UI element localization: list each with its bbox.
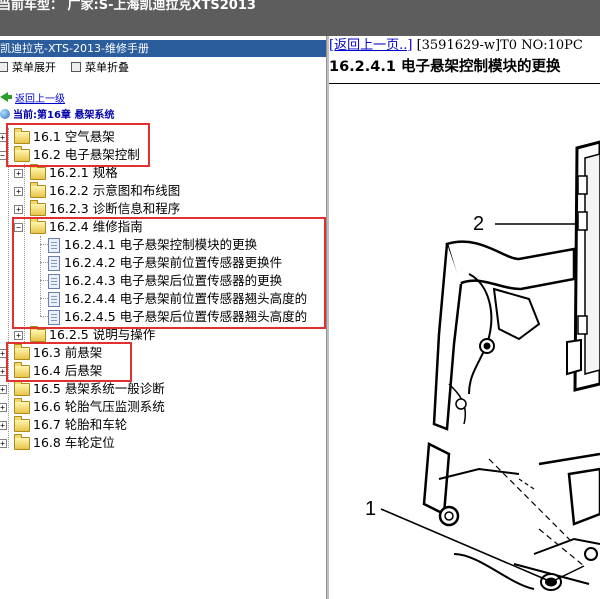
tree-node-n17[interactable]: +16.7 轮胎和车轮 [0, 416, 326, 434]
folder-icon [30, 326, 46, 342]
expand-toggle-icon[interactable]: + [14, 169, 23, 178]
tree-node-label[interactable]: 16.7 轮胎和车轮 [33, 416, 127, 434]
tree-pane: 凯迪拉克-XTS-2013-维修手册 菜单展开 菜单折叠 返回上一级 当前:第1… [0, 36, 326, 599]
tree-node-label[interactable]: 16.8 车轮定位 [33, 434, 115, 452]
manual-title-bar: 凯迪拉克-XTS-2013-维修手册 [0, 40, 326, 57]
tree-node-label[interactable]: 16.6 轮胎气压监测系统 [33, 398, 165, 416]
collapse-menu-button[interactable]: 菜单折叠 [71, 58, 129, 78]
folder-icon [14, 434, 30, 450]
top-bar: 当前车型： 广家:S-上海凯迪拉克XTS2013 [0, 0, 600, 36]
expand-toggle-icon[interactable]: + [14, 205, 23, 214]
expand-toggle-icon[interactable]: + [0, 385, 7, 394]
doc-title: 16.2.4.1 电子悬架控制模块的更换 [329, 59, 561, 75]
folder-icon [30, 182, 46, 198]
tree-node-n18[interactable]: +16.8 车轮定位 [0, 434, 326, 452]
back-page-link[interactable]: [返回上一页..] [329, 38, 412, 53]
expand-toggle-icon[interactable]: + [14, 331, 23, 340]
tree-node-label[interactable]: 16.2.2 示意图和布线图 [49, 182, 180, 200]
folder-icon [14, 416, 30, 432]
tree-node-n16[interactable]: +16.6 轮胎气压监测系统 [0, 398, 326, 416]
current-chapter: 当前:第16章 悬架系统 [0, 108, 114, 124]
tree-node-n4[interactable]: +16.2.2 示意图和布线图 [0, 182, 326, 200]
highlight-box-repair-guide [12, 217, 326, 329]
highlight-box-chapters-top [6, 123, 150, 167]
folder-icon [30, 200, 46, 216]
content-pane: [返回上一页..] [3591629-w]T0 NO:10PC 16.2.4.1… [329, 36, 600, 599]
tree-node-label[interactable]: 16.5 悬架系统一般诊断 [33, 380, 165, 398]
tree-connector [8, 128, 9, 448]
expand-toggle-icon[interactable]: + [14, 187, 23, 196]
folder-icon [14, 380, 30, 396]
expand-icon [0, 62, 8, 72]
vehicle-model-title: 当前车型： 广家:S-上海凯迪拉克XTS2013 [0, 0, 256, 13]
expand-menu-button[interactable]: 菜单展开 [0, 58, 56, 78]
expand-toggle-icon[interactable]: + [0, 403, 7, 412]
collapse-icon [71, 62, 81, 72]
module-diagram: 2 1 [365, 140, 600, 591]
callout-1: 1 [365, 498, 376, 520]
mounting-bracket [422, 240, 600, 590]
highlight-box-suspensions [6, 342, 132, 382]
tree-node-n5[interactable]: +16.2.3 诊断信息和程序 [0, 200, 326, 218]
menu-toolbar: 菜单展开 菜单折叠 [0, 58, 326, 78]
callout-2: 2 [473, 213, 484, 235]
expand-toggle-icon[interactable]: + [0, 439, 7, 448]
globe-icon [0, 109, 10, 119]
back-to-parent[interactable]: 返回上一级 [0, 92, 65, 108]
folder-icon [30, 164, 46, 180]
doc-header: [返回上一页..] [3591629-w]T0 NO:10PC [329, 38, 583, 54]
tree-node-n15[interactable]: +16.5 悬架系统一般诊断 [0, 380, 326, 398]
doc-id: [3591629-w]T0 NO:10PC [416, 38, 583, 53]
folder-icon [14, 398, 30, 414]
expand-toggle-icon[interactable]: + [0, 421, 7, 430]
tree-node-label[interactable]: 16.2.3 诊断信息和程序 [49, 200, 180, 218]
leader-line-1 [380, 508, 548, 581]
